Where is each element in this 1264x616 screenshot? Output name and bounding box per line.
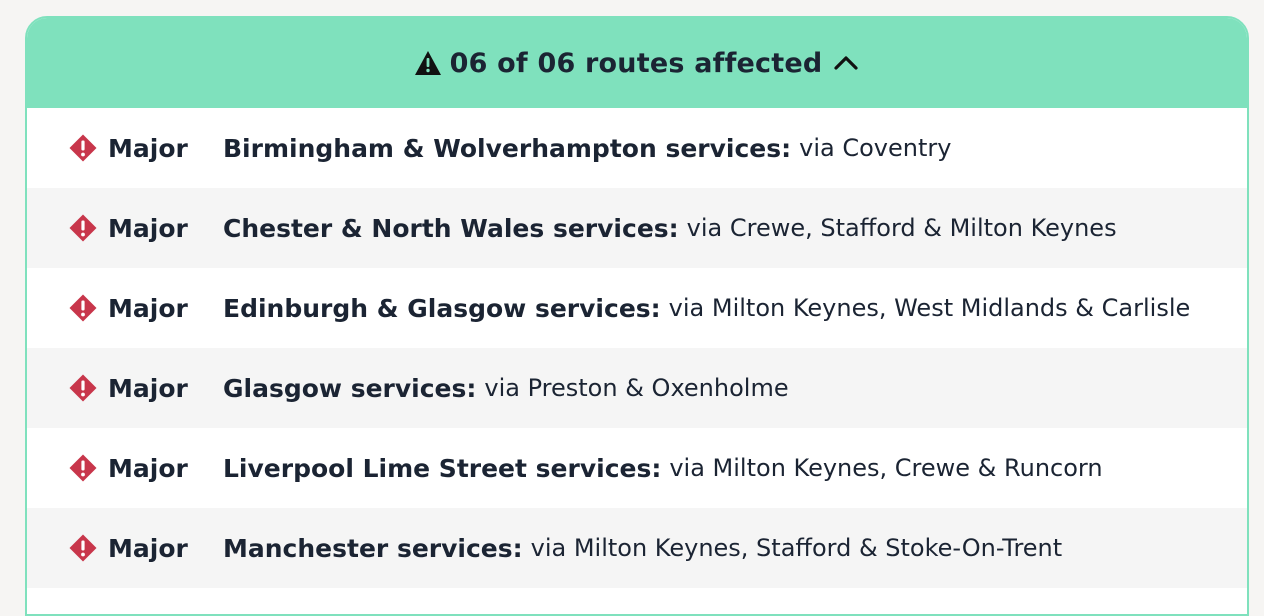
major-disruption-icon (68, 533, 98, 563)
route-via: via Milton Keynes, Crewe & Runcorn (669, 454, 1103, 482)
severity-label: Major (108, 133, 188, 163)
routes-affected-label: 06 of 06 routes affected (449, 47, 823, 79)
route-name: Liverpool Lime Street services: (223, 453, 662, 483)
severity-label: Major (108, 293, 188, 323)
route-row[interactable]: Major Chester & North Wales services: vi… (27, 188, 1247, 268)
severity-label: Major (108, 213, 188, 243)
header-content: 06 of 06 routes affected (414, 48, 861, 79)
route-name: Edinburgh & Glasgow services: (223, 293, 661, 323)
route-list: Major Birmingham & Wolverhampton service… (27, 108, 1247, 588)
routes-affected-toggle[interactable]: 06 of 06 routes affected (27, 18, 1247, 108)
route-name: Chester & North Wales services: (223, 213, 679, 243)
route-via: via Milton Keynes, Stafford & Stoke-On-T… (530, 534, 1063, 562)
severity-label: Major (108, 533, 188, 563)
route-via: via Preston & Oxenholme (484, 374, 789, 402)
severity-label: Major (108, 373, 188, 403)
disruption-panel: 06 of 06 routes affected Major Birmingha… (25, 16, 1249, 616)
major-disruption-icon (68, 213, 98, 243)
route-row[interactable]: Major Liverpool Lime Street services: vi… (27, 428, 1247, 508)
route-via: via Milton Keynes, West Midlands & Carli… (668, 294, 1191, 322)
route-name: Manchester services: (223, 533, 523, 563)
severity-label: Major (108, 453, 188, 483)
route-via: via Crewe, Stafford & Milton Keynes (686, 214, 1117, 242)
warning-triangle-icon (414, 50, 442, 76)
route-row[interactable]: Major Birmingham & Wolverhampton service… (27, 108, 1247, 188)
major-disruption-icon (68, 293, 98, 323)
route-row[interactable]: Major Manchester services: via Milton Ke… (27, 508, 1247, 588)
major-disruption-icon (68, 133, 98, 163)
route-name: Glasgow services: (223, 373, 477, 403)
major-disruption-icon (68, 373, 98, 403)
route-row[interactable]: Major Edinburgh & Glasgow services: via … (27, 268, 1247, 348)
route-via: via Coventry (799, 134, 952, 162)
chevron-up-icon[interactable] (832, 49, 860, 77)
major-disruption-icon (68, 453, 98, 483)
route-row[interactable]: Major Glasgow services: via Preston & Ox… (27, 348, 1247, 428)
route-name: Birmingham & Wolverhampton services: (223, 133, 792, 163)
